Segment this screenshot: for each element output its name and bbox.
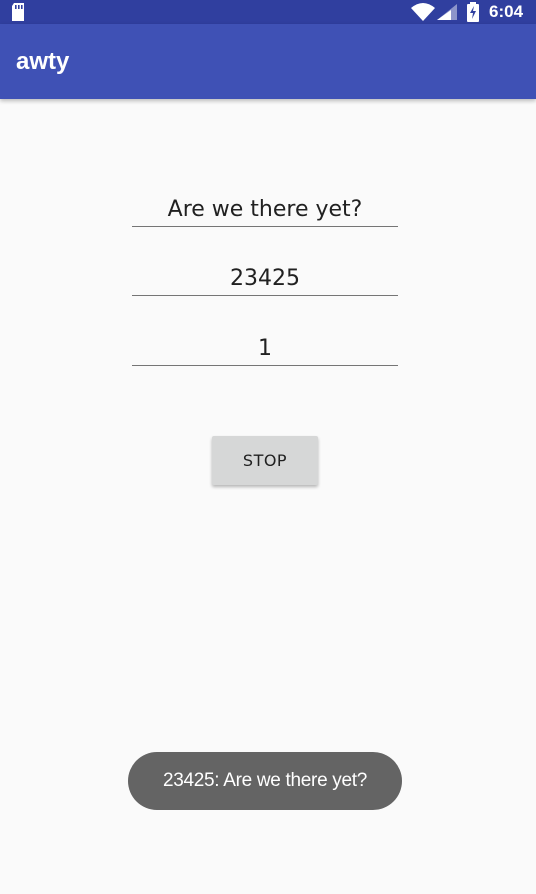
toast-message: 23425: Are we there yet? [128,752,402,810]
message-input[interactable] [132,193,398,227]
app-title: awty [16,48,70,75]
signal-icon [436,3,458,26]
stop-button[interactable]: STOP [212,436,318,485]
status-bar: 6:04 [0,0,536,24]
app-bar: awty [0,24,536,99]
interval-input[interactable] [132,332,398,366]
status-clock: 6:04 [489,2,524,21]
phone-number-input[interactable] [132,262,398,296]
